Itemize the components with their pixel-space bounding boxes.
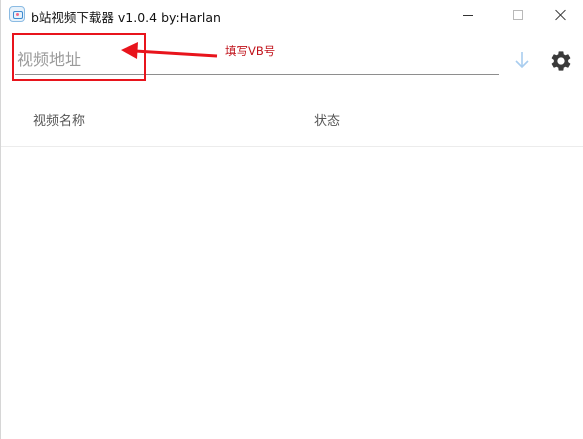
annotation-note: 填写VB号 (225, 44, 276, 58)
maximize-button[interactable] (495, 0, 541, 30)
close-button[interactable] (538, 0, 583, 30)
annotation-highlight-box (12, 33, 146, 81)
download-button[interactable] (511, 49, 533, 71)
minimize-button[interactable] (445, 0, 491, 30)
gear-icon (551, 51, 571, 71)
column-header-status[interactable]: 状态 (314, 110, 340, 129)
table-header: 视频名称 状态 (1, 100, 583, 147)
app-icon (9, 6, 25, 22)
download-list[interactable] (1, 148, 583, 439)
arrow-down-icon (515, 52, 529, 69)
close-icon (555, 9, 567, 21)
minimize-icon (463, 14, 473, 16)
column-header-video-name[interactable]: 视频名称 (33, 110, 85, 129)
maximize-icon (513, 10, 523, 20)
app-window: b站视频下载器 v1.0.4 by:Harlan 填写VB号 视频名称 状态 (0, 0, 583, 439)
title-bar[interactable]: b站视频下载器 v1.0.4 by:Harlan (1, 0, 583, 30)
settings-button[interactable] (548, 48, 574, 74)
window-title: b站视频下载器 v1.0.4 by:Harlan (31, 10, 221, 25)
